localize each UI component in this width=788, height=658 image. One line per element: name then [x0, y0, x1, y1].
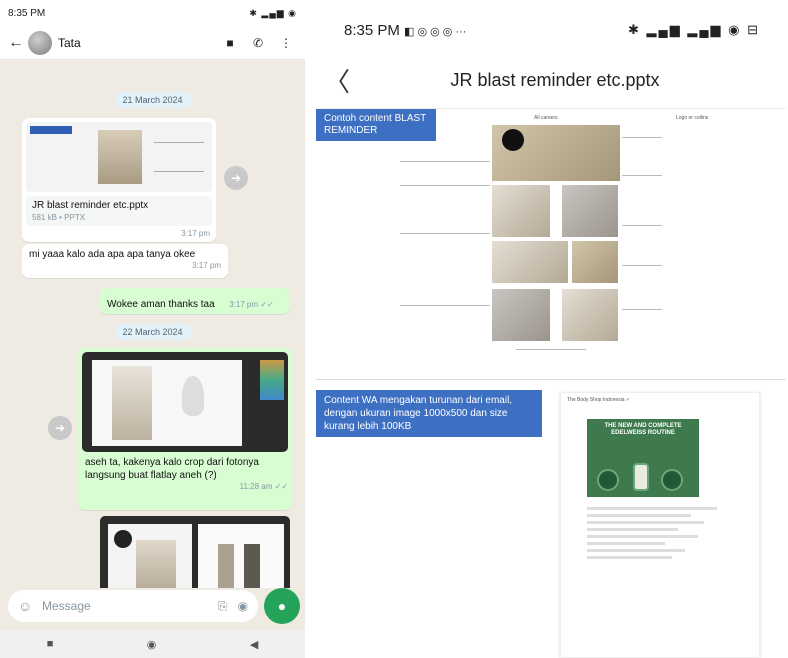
camera-icon[interactable]: ◉	[238, 599, 248, 613]
message-text: Wokee aman thanks taa	[107, 299, 215, 310]
back-nav-icon[interactable]: ◀	[250, 638, 258, 651]
menu-icon[interactable]: ⋮	[275, 36, 297, 50]
promo-banner: THE NEW AND COMPLETE EDELWEISS ROUTINE	[587, 419, 699, 497]
message-compose[interactable]: ☺ Message ⎘ ◉	[8, 590, 258, 622]
date-separator: 22 March 2024	[114, 324, 191, 340]
video-call-icon[interactable]: ■	[219, 36, 241, 50]
back-arrow-icon[interactable]: ←	[8, 34, 24, 52]
image-thumbnail[interactable]	[82, 352, 288, 452]
slide-1[interactable]: Contoh content BLAST REMINDER All career…	[316, 108, 786, 380]
chat-area[interactable]: 21 March 2024 JR blast reminder etc.pptx…	[0, 60, 305, 588]
image-message[interactable]: aseh ta, kakenya kalo crop dari fotonya …	[78, 348, 292, 510]
slide-image	[562, 289, 618, 341]
message-time: 11:28 am ✓✓	[239, 482, 288, 491]
forward-icon[interactable]: ➜	[224, 166, 248, 190]
document-info[interactable]: JR blast reminder etc.pptx 581 kB • PPTX	[26, 196, 212, 226]
image-message[interactable]	[100, 516, 290, 588]
message-text: aseh ta, kakenya kalo crop dari fotonya …	[85, 457, 259, 481]
message-time: 3:17 pm	[192, 261, 221, 270]
brand-logo	[502, 129, 524, 151]
phone-call-icon[interactable]: ✆	[247, 36, 269, 50]
whatsapp-preview-card: The Body Shop Indonesia ✓ THE NEW AND CO…	[560, 392, 760, 658]
status-icons: ✱ ▂▄▆ ▂▄▆ ◉ ⊟	[628, 22, 760, 37]
slide-image	[562, 185, 618, 237]
incoming-message[interactable]: mi yaaa kalo ada apa apa tanya okee 3:17…	[22, 244, 228, 278]
slide-image	[492, 241, 568, 283]
slide-label: Contoh content BLAST REMINDER	[316, 109, 436, 141]
contact-name[interactable]: Tata	[58, 36, 213, 50]
status-icons: ✱ ▂▄▆ ◉	[249, 7, 297, 18]
message-time: 3:17 pm	[181, 229, 210, 238]
slide-image	[492, 185, 550, 237]
status-bar: 8:35 PM ✱ ▂▄▆ ◉	[0, 0, 305, 26]
status-time: 8:35 PM	[8, 7, 46, 19]
outgoing-message[interactable]: Wokee aman thanks taa 3:17 pm ✓✓	[100, 288, 290, 314]
slide-label: Content WA mengakan turunan dari email, …	[316, 390, 542, 437]
card-header: The Body Shop Indonesia ✓	[567, 397, 631, 403]
mic-button[interactable]: ●	[264, 588, 300, 624]
document-message[interactable]: JR blast reminder etc.pptx 581 kB • PPTX…	[22, 118, 216, 242]
slide-image	[492, 289, 550, 341]
chat-header: ← Tata ■ ✆ ⋮	[0, 26, 305, 60]
document-title: JR blast reminder etc.pptx	[450, 69, 660, 90]
forward-icon[interactable]: ➜	[48, 416, 72, 440]
promo-text: THE NEW AND COMPLETE EDELWEISS ROUTINE	[604, 423, 682, 436]
status-bar: 8:35 PM ◧ ◎ ◎ ◎ ··· ✱ ▂▄▆ ▂▄▆ ◉ ⊟	[312, 0, 788, 60]
attach-icon[interactable]: ⎘	[218, 599, 228, 614]
message-input[interactable]: Message	[36, 599, 208, 613]
back-icon[interactable]: 〈	[312, 62, 362, 99]
system-nav-bar: ■ ◉ ◀	[0, 630, 305, 658]
document-meta: 581 kB • PPTX	[32, 213, 86, 222]
recents-icon[interactable]: ■	[47, 638, 54, 650]
whatsapp-screen: 8:35 PM ✱ ▂▄▆ ◉ ← Tata ■ ✆ ⋮ 21 March 20…	[0, 0, 305, 658]
document-viewer-screen: 8:35 PM ◧ ◎ ◎ ◎ ··· ✱ ▂▄▆ ▂▄▆ ◉ ⊟ 〈 JR b…	[312, 0, 788, 658]
slide-note: All careers	[534, 115, 558, 121]
card-body	[587, 503, 717, 563]
home-icon[interactable]: ◉	[147, 638, 157, 651]
slide-image	[572, 241, 618, 283]
date-separator: 21 March 2024	[114, 92, 191, 108]
viewer-header: 〈 JR blast reminder etc.pptx	[312, 60, 788, 100]
slide-2[interactable]: Content WA mengakan turunan dari email, …	[316, 388, 786, 658]
document-thumbnail[interactable]	[26, 122, 212, 192]
message-text: mi yaaa kalo ada apa apa tanya okee	[29, 249, 196, 260]
emoji-icon[interactable]: ☺	[18, 598, 36, 614]
status-time: 8:35 PM ◧ ◎ ◎ ◎ ···	[344, 21, 467, 39]
avatar[interactable]	[28, 30, 52, 55]
slide-note: Logo or collins	[676, 115, 709, 121]
message-time: 3:17 pm ✓✓	[229, 300, 274, 309]
document-name: JR blast reminder etc.pptx	[32, 200, 149, 211]
